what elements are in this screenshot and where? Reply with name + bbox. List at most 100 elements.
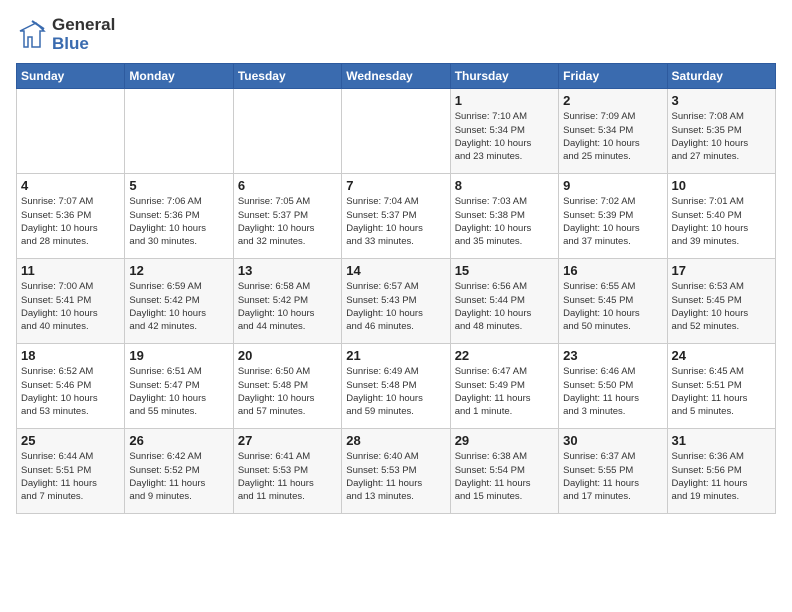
day-number: 24: [672, 348, 771, 363]
day-cell-1: 1 Sunrise: 7:10 AM Sunset: 5:34 PM Daylig…: [450, 89, 558, 174]
day-info: Sunrise: 6:53 AM Sunset: 5:45 PM Dayligh…: [672, 280, 771, 333]
day-cell-12: 12Sunrise: 6:59 AM Sunset: 5:42 PM Dayli…: [125, 259, 233, 344]
day-info: Sunrise: 6:58 AM Sunset: 5:42 PM Dayligh…: [238, 280, 337, 333]
day-info: Sunrise: 7:03 AM Sunset: 5:38 PM Dayligh…: [455, 195, 554, 248]
empty-cell: [125, 89, 233, 174]
day-header-monday: Monday: [125, 64, 233, 89]
day-cell-17: 17 Sunrise: 6:53 AM Sunset: 5:45 PM Dayli…: [667, 259, 775, 344]
day-cell-6: 6 Sunrise: 7:05 AM Sunset: 5:37 PM Daylig…: [233, 174, 341, 259]
day-number: 12: [129, 263, 228, 278]
day-cell-27: 27Sunrise: 6:41 AM Sunset: 5:53 PM Dayli…: [233, 429, 341, 514]
day-number: 31: [672, 433, 771, 448]
logo-icon: [16, 19, 48, 51]
day-number: 10: [672, 178, 771, 193]
day-info: Sunrise: 6:49 AM Sunset: 5:48 PM Dayligh…: [346, 365, 445, 418]
header: General Blue: [16, 16, 776, 53]
day-info: Sunrise: 7:01 AM Sunset: 5:40 PM Dayligh…: [672, 195, 771, 248]
day-info: Sunrise: 6:56 AM Sunset: 5:44 PM Dayligh…: [455, 280, 554, 333]
day-number: 14: [346, 263, 445, 278]
calendar-body: 1 Sunrise: 7:10 AM Sunset: 5:34 PM Daylig…: [17, 89, 776, 514]
day-info: Sunrise: 6:45 AM Sunset: 5:51 PM Dayligh…: [672, 365, 771, 418]
day-cell-29: 29 Sunrise: 6:38 AM Sunset: 5:54 PM Dayli…: [450, 429, 558, 514]
day-info: Sunrise: 7:09 AM Sunset: 5:34 PM Dayligh…: [563, 110, 662, 163]
day-cell-13: 13 Sunrise: 6:58 AM Sunset: 5:42 PM Dayli…: [233, 259, 341, 344]
day-number: 21: [346, 348, 445, 363]
day-info: Sunrise: 7:10 AM Sunset: 5:34 PM Dayligh…: [455, 110, 554, 163]
day-number: 26: [129, 433, 228, 448]
day-info: Sunrise: 6:51 AM Sunset: 5:47 PM Dayligh…: [129, 365, 228, 418]
week-row-3: 11 Sunrise: 7:00 AM Sunset: 5:41 PM Dayli…: [17, 259, 776, 344]
day-cell-3: 3 Sunrise: 7:08 AM Sunset: 5:35 PM Daylig…: [667, 89, 775, 174]
day-cell-31: 31 Sunrise: 6:36 AM Sunset: 5:56 PM Dayli…: [667, 429, 775, 514]
day-info: Sunrise: 6:42 AM Sunset: 5:52 PM Dayligh…: [129, 450, 228, 503]
day-header-sunday: Sunday: [17, 64, 125, 89]
day-header-saturday: Saturday: [667, 64, 775, 89]
day-cell-28: 28Sunrise: 6:40 AM Sunset: 5:53 PM Dayli…: [342, 429, 450, 514]
day-cell-22: 22 Sunrise: 6:47 AM Sunset: 5:49 PM Dayli…: [450, 344, 558, 429]
day-cell-10: 10 Sunrise: 7:01 AM Sunset: 5:40 PM Dayli…: [667, 174, 775, 259]
day-cell-25: 25Sunrise: 6:44 AM Sunset: 5:51 PM Dayli…: [17, 429, 125, 514]
day-info: Sunrise: 7:05 AM Sunset: 5:37 PM Dayligh…: [238, 195, 337, 248]
day-number: 6: [238, 178, 337, 193]
day-info: Sunrise: 7:04 AM Sunset: 5:37 PM Dayligh…: [346, 195, 445, 248]
day-cell-30: 30 Sunrise: 6:37 AM Sunset: 5:55 PM Dayli…: [559, 429, 667, 514]
day-info: Sunrise: 7:08 AM Sunset: 5:35 PM Dayligh…: [672, 110, 771, 163]
day-cell-11: 11 Sunrise: 7:00 AM Sunset: 5:41 PM Dayli…: [17, 259, 125, 344]
day-number: 9: [563, 178, 662, 193]
day-info: Sunrise: 7:07 AM Sunset: 5:36 PM Dayligh…: [21, 195, 120, 248]
day-number: 19: [129, 348, 228, 363]
day-cell-21: 21 Sunrise: 6:49 AM Sunset: 5:48 PM Dayli…: [342, 344, 450, 429]
day-header-friday: Friday: [559, 64, 667, 89]
day-info: Sunrise: 6:36 AM Sunset: 5:56 PM Dayligh…: [672, 450, 771, 503]
day-info: Sunrise: 6:46 AM Sunset: 5:50 PM Dayligh…: [563, 365, 662, 418]
day-cell-14: 14Sunrise: 6:57 AM Sunset: 5:43 PM Dayli…: [342, 259, 450, 344]
day-cell-4: 4Sunrise: 7:07 AM Sunset: 5:36 PM Daylig…: [17, 174, 125, 259]
day-info: Sunrise: 7:02 AM Sunset: 5:39 PM Dayligh…: [563, 195, 662, 248]
day-cell-19: 19 Sunrise: 6:51 AM Sunset: 5:47 PM Dayli…: [125, 344, 233, 429]
day-info: Sunrise: 6:50 AM Sunset: 5:48 PM Dayligh…: [238, 365, 337, 418]
header-row: SundayMondayTuesdayWednesdayThursdayFrid…: [17, 64, 776, 89]
day-number: 30: [563, 433, 662, 448]
day-number: 29: [455, 433, 554, 448]
day-header-wednesday: Wednesday: [342, 64, 450, 89]
day-number: 11: [21, 263, 120, 278]
day-number: 16: [563, 263, 662, 278]
day-number: 13: [238, 263, 337, 278]
day-info: Sunrise: 6:44 AM Sunset: 5:51 PM Dayligh…: [21, 450, 120, 503]
empty-cell: [233, 89, 341, 174]
day-number: 18: [21, 348, 120, 363]
day-info: Sunrise: 6:37 AM Sunset: 5:55 PM Dayligh…: [563, 450, 662, 503]
day-cell-8: 8 Sunrise: 7:03 AM Sunset: 5:38 PM Daylig…: [450, 174, 558, 259]
day-info: Sunrise: 7:00 AM Sunset: 5:41 PM Dayligh…: [21, 280, 120, 333]
day-info: Sunrise: 6:41 AM Sunset: 5:53 PM Dayligh…: [238, 450, 337, 503]
day-number: 28: [346, 433, 445, 448]
day-info: Sunrise: 6:55 AM Sunset: 5:45 PM Dayligh…: [563, 280, 662, 333]
day-info: Sunrise: 6:38 AM Sunset: 5:54 PM Dayligh…: [455, 450, 554, 503]
day-cell-18: 18Sunrise: 6:52 AM Sunset: 5:46 PM Dayli…: [17, 344, 125, 429]
day-number: 20: [238, 348, 337, 363]
day-number: 17: [672, 263, 771, 278]
week-row-2: 4Sunrise: 7:07 AM Sunset: 5:36 PM Daylig…: [17, 174, 776, 259]
week-row-4: 18Sunrise: 6:52 AM Sunset: 5:46 PM Dayli…: [17, 344, 776, 429]
day-cell-5: 5Sunrise: 7:06 AM Sunset: 5:36 PM Daylig…: [125, 174, 233, 259]
empty-cell: [17, 89, 125, 174]
logo: General Blue: [16, 16, 115, 53]
day-cell-2: 2Sunrise: 7:09 AM Sunset: 5:34 PM Daylig…: [559, 89, 667, 174]
week-row-1: 1 Sunrise: 7:10 AM Sunset: 5:34 PM Daylig…: [17, 89, 776, 174]
day-info: Sunrise: 6:47 AM Sunset: 5:49 PM Dayligh…: [455, 365, 554, 418]
day-cell-16: 16 Sunrise: 6:55 AM Sunset: 5:45 PM Dayli…: [559, 259, 667, 344]
day-cell-23: 23Sunrise: 6:46 AM Sunset: 5:50 PM Dayli…: [559, 344, 667, 429]
day-number: 1: [455, 93, 554, 108]
day-number: 15: [455, 263, 554, 278]
logo-text: General Blue: [52, 16, 115, 53]
week-row-5: 25Sunrise: 6:44 AM Sunset: 5:51 PM Dayli…: [17, 429, 776, 514]
empty-cell: [342, 89, 450, 174]
day-info: Sunrise: 7:06 AM Sunset: 5:36 PM Dayligh…: [129, 195, 228, 248]
day-header-tuesday: Tuesday: [233, 64, 341, 89]
day-cell-20: 20 Sunrise: 6:50 AM Sunset: 5:48 PM Dayli…: [233, 344, 341, 429]
day-number: 7: [346, 178, 445, 193]
day-number: 3: [672, 93, 771, 108]
day-number: 22: [455, 348, 554, 363]
day-cell-26: 26 Sunrise: 6:42 AM Sunset: 5:52 PM Dayli…: [125, 429, 233, 514]
day-number: 8: [455, 178, 554, 193]
